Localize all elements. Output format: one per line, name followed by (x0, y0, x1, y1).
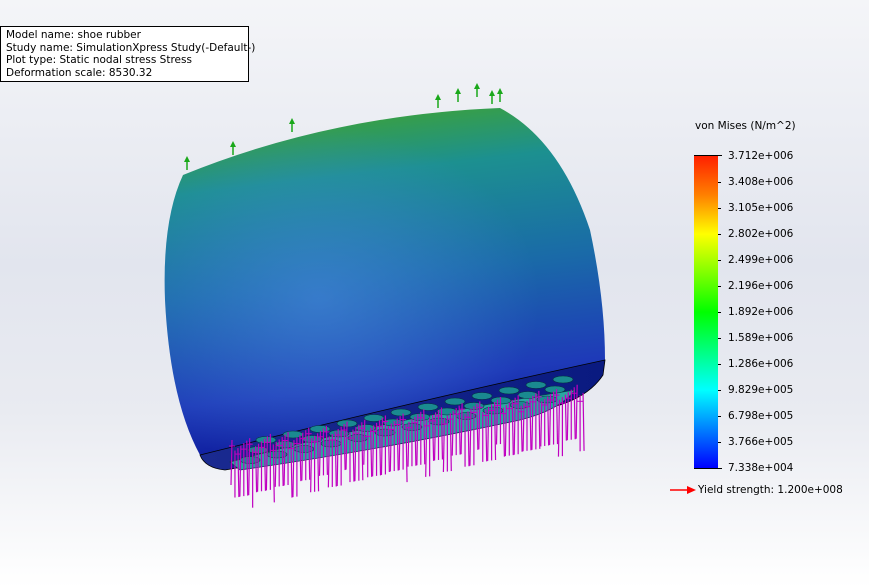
legend-tick-label: 3.105e+006 (728, 202, 794, 214)
load-arrow (557, 399, 561, 457)
yield-strength-label: Yield strength: 1.200e+008 (698, 484, 843, 496)
legend-tick-mark (718, 338, 721, 339)
legend-tick-mark (718, 260, 721, 261)
legend-tick-mark (694, 155, 722, 156)
base-hole (544, 385, 566, 394)
fixture-arrow-icon (184, 156, 190, 170)
legend-tick-label: 6.798e+005 (728, 410, 794, 422)
legend-tick-label: 3.712e+006 (728, 150, 794, 162)
fixture-arrow-icon (435, 94, 441, 108)
load-arrow (582, 392, 585, 451)
fixture-arrow-icon (497, 88, 503, 102)
base-hole (417, 403, 439, 411)
legend-tick-mark (718, 286, 721, 287)
legend-title: von Mises (N/m^2) (695, 120, 796, 132)
legend-tick-label: 1.589e+006 (728, 332, 794, 344)
fixture-arrow-icon (474, 83, 480, 97)
legend-color-bar (694, 156, 718, 468)
legend-tick-label: 1.286e+006 (728, 358, 794, 370)
stress-plot-model[interactable] (0, 0, 869, 588)
fixture-arrow-icon (230, 141, 236, 155)
fixture-arrow-icon (489, 90, 495, 104)
base-hole (517, 391, 539, 399)
base-hole (498, 386, 520, 395)
base-hole (471, 392, 493, 400)
legend-tick-label: 1.892e+006 (728, 306, 794, 318)
legend-tick-mark (718, 390, 721, 391)
legend-tick-label: 9.829e+005 (728, 384, 794, 396)
base-hole (409, 413, 431, 421)
legend-tick-mark (718, 364, 721, 365)
legend-tick-label: 2.196e+006 (728, 280, 794, 292)
legend-tick-mark (694, 468, 722, 469)
legend-tick-label: 3.408e+006 (728, 176, 794, 188)
yield-arrow-icon (670, 486, 696, 494)
legend-tick-mark (718, 182, 721, 183)
fixture-arrow-icon (289, 118, 295, 132)
legend-tick-label: 3.766e+005 (728, 436, 794, 448)
base-hole (552, 375, 574, 384)
legend-tick-mark (718, 312, 721, 313)
base-hole (390, 408, 412, 417)
legend-tick-mark (718, 208, 721, 209)
yield-strength: Yield strength: 1.200e+008 (670, 484, 843, 496)
legend-tick-mark (718, 416, 721, 417)
base-hole (525, 381, 547, 389)
base-hole (239, 456, 261, 464)
legend-tick-label: 7.338e+004 (728, 462, 794, 474)
legend-tick-mark (718, 234, 721, 235)
legend-tick-label: 2.499e+006 (728, 254, 794, 266)
base-hole (363, 414, 385, 422)
legend-tick-mark (718, 442, 721, 443)
legend-tick-label: 2.802e+006 (728, 228, 794, 240)
fixture-arrow-icon (455, 88, 461, 102)
